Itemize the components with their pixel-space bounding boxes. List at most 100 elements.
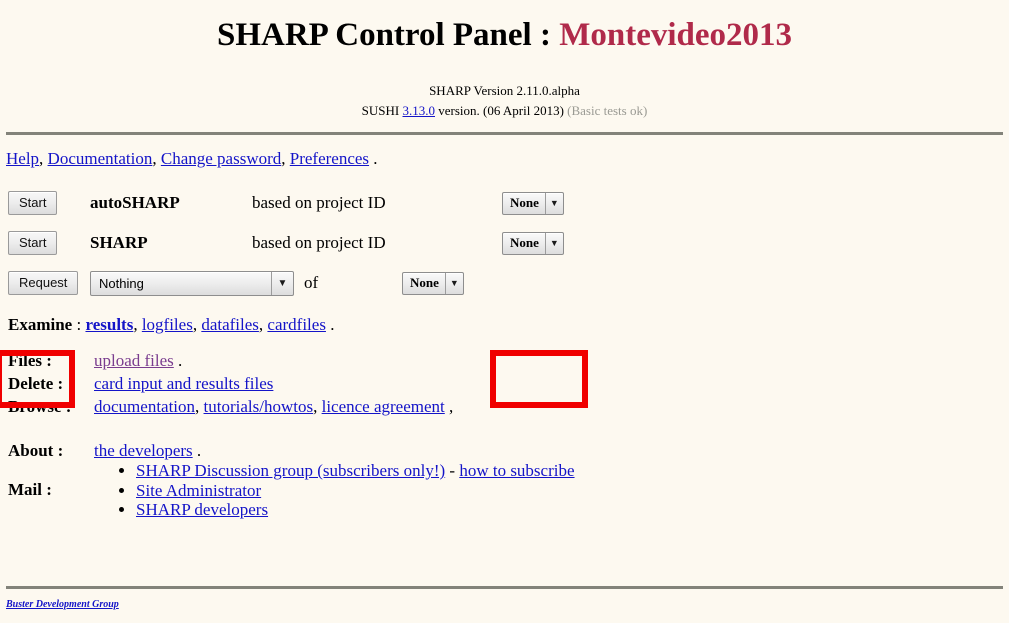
examine-link-cardfiles[interactable]: cardfiles xyxy=(267,315,326,334)
delete-card-input-results-link[interactable]: card input and results files xyxy=(94,374,273,393)
page-title-main: SHARP Control Panel : xyxy=(216,17,560,53)
request-type-select-value: Nothing xyxy=(99,275,144,291)
list-item: SHARP developers xyxy=(136,500,575,520)
autosharp-button-cell: Start xyxy=(0,191,90,216)
list-item: SHARP Discussion group (subscribers only… xyxy=(136,461,575,481)
mail-how-to-subscribe-link[interactable]: how to subscribe xyxy=(459,461,574,480)
files-label: Files : xyxy=(8,351,52,371)
examine-link-datafiles[interactable]: datafiles xyxy=(201,315,259,334)
examine-sep-1: , xyxy=(133,315,142,335)
sushi-version-line: SUSHI 3.13.0 version. (06 April 2013) (B… xyxy=(0,101,1009,121)
sharp-description: based on project ID xyxy=(252,233,386,253)
request-target-select-value: None xyxy=(410,275,439,291)
sushi-suffix: version. (06 April 2013) xyxy=(435,103,564,119)
request-row: Request Nothing ▼ of None ▼ xyxy=(0,263,1009,303)
browse-value: documentation, tutorials/howtos, licence… xyxy=(94,395,453,418)
sushi-prefix: SUSHI xyxy=(361,103,403,119)
examine-label: Examine xyxy=(8,315,73,335)
examine-terminator: . xyxy=(325,315,335,335)
footer-divider xyxy=(6,586,1003,589)
browse-terminator: , xyxy=(444,397,454,417)
nav-link-documentation[interactable]: Documentation xyxy=(48,149,153,168)
nav-link-help[interactable]: Help xyxy=(6,149,39,168)
sharp-select-cell: None ▼ xyxy=(502,231,622,255)
mail-value: SHARP Discussion group (subscribers only… xyxy=(94,461,575,520)
chevron-down-icon: ▼ xyxy=(544,232,563,254)
chevron-down-icon: ▼ xyxy=(271,271,293,295)
sharp-row: Start SHARP based on project ID None ▼ xyxy=(0,223,1009,263)
browse-sep-1: , xyxy=(195,397,204,417)
autosharp-row: Start autoSHARP based on project ID None… xyxy=(0,183,1009,223)
nav-sep-3: , xyxy=(281,149,290,169)
file-actions-table: Files : upload files . Delete : card inp… xyxy=(8,349,453,418)
delete-value: card input and results files xyxy=(94,372,453,395)
page-title: SHARP Control Panel : Montevideo2013 xyxy=(0,0,1009,55)
request-target-select-cell: None ▼ xyxy=(402,271,522,295)
browse-sep-2: , xyxy=(313,397,322,417)
request-type-select[interactable]: Nothing ▼ xyxy=(90,270,294,296)
autosharp-project-select[interactable]: None ▼ xyxy=(502,191,564,215)
browse-licence-link[interactable]: licence agreement xyxy=(322,397,445,416)
examine-colon: : xyxy=(72,315,86,335)
the-developers-link[interactable]: the developers xyxy=(94,441,193,460)
delete-row: Delete : card input and results files xyxy=(8,372,453,395)
files-row: Files : upload files . xyxy=(8,349,453,372)
files-terminator: . xyxy=(173,351,183,371)
nav-links: Help, Documentation, Change password, Pr… xyxy=(0,135,1009,169)
mail-label: Mail : xyxy=(8,480,52,500)
examine-link-logfiles[interactable]: logfiles xyxy=(142,315,193,334)
mail-sharp-developers-link[interactable]: SHARP developers xyxy=(136,500,268,519)
nav-link-preferences[interactable]: Preferences xyxy=(290,149,369,168)
mail-discussion-group-link[interactable]: SHARP Discussion group (subscribers only… xyxy=(136,461,445,480)
sharp-project-select-value: None xyxy=(510,235,539,251)
nav-sep-1: , xyxy=(39,149,48,169)
mail-site-administrator-link[interactable]: Site Administrator xyxy=(136,481,261,500)
nav-link-change-password[interactable]: Change password xyxy=(161,149,281,168)
mail-list: SHARP Discussion group (subscribers only… xyxy=(94,461,575,520)
about-terminator: . xyxy=(192,441,202,461)
sushi-status: (Basic tests ok) xyxy=(567,103,648,119)
action-rows: Start autoSHARP based on project ID None… xyxy=(0,183,1009,409)
autosharp-select-cell: None ▼ xyxy=(502,191,622,215)
request-of-word: of xyxy=(304,273,319,293)
mail-row: Mail : SHARP Discussion group (subscribe… xyxy=(8,461,575,520)
browse-row: Browse : documentation, tutorials/howtos… xyxy=(8,395,453,418)
autosharp-start-button[interactable]: Start xyxy=(8,191,58,216)
upload-files-link[interactable]: upload files xyxy=(94,351,174,370)
request-button-cell: Request xyxy=(0,271,90,296)
browse-label: Browse : xyxy=(8,397,72,417)
request-target-select[interactable]: None ▼ xyxy=(402,271,464,295)
nav-sep-2: , xyxy=(152,149,161,169)
examine-link-results[interactable]: results xyxy=(85,315,133,334)
list-item: Site Administrator xyxy=(136,481,575,501)
nav-terminator: . xyxy=(369,149,378,169)
mail-item-sep: - xyxy=(445,461,460,481)
about-mail-table: About : the developers . Mail : SHARP Di… xyxy=(8,441,575,520)
sharp-button-cell: Start xyxy=(0,231,90,256)
chevron-down-icon: ▼ xyxy=(444,272,463,294)
sushi-version-link[interactable]: 3.13.0 xyxy=(403,103,436,118)
highlight-box-project-select xyxy=(490,350,588,409)
delete-label: Delete : xyxy=(8,374,64,394)
sharp-start-button[interactable]: Start xyxy=(8,231,58,256)
sharp-version-line: SHARP Version 2.11.0.alpha xyxy=(429,82,580,98)
request-button[interactable]: Request xyxy=(8,271,79,296)
footer: Buster Development Group xyxy=(6,599,119,610)
about-label: About : xyxy=(8,441,64,461)
autosharp-label: autoSHARP xyxy=(90,193,180,213)
request-selection-cell: Nothing ▼ of xyxy=(90,270,402,296)
files-value: upload files . xyxy=(94,349,453,372)
page-title-accent: Montevideo2013 xyxy=(559,17,793,53)
version-info: SHARP Version 2.11.0.alpha SUSHI 3.13.0 … xyxy=(0,81,1009,121)
about-value: the developers . xyxy=(94,441,575,461)
chevron-down-icon: ▼ xyxy=(544,192,563,214)
examine-row: Examine : results, logfiles, datafiles, … xyxy=(0,303,1009,335)
browse-documentation-link[interactable]: documentation xyxy=(94,397,195,416)
sharp-project-select[interactable]: None ▼ xyxy=(502,231,564,255)
sharp-label: SHARP xyxy=(90,233,148,253)
buster-development-group-link[interactable]: Buster Development Group xyxy=(6,599,119,610)
autosharp-description: based on project ID xyxy=(252,193,386,213)
autosharp-project-select-value: None xyxy=(510,195,539,211)
browse-tutorials-link[interactable]: tutorials/howtos xyxy=(204,397,314,416)
about-row: About : the developers . xyxy=(8,441,575,461)
